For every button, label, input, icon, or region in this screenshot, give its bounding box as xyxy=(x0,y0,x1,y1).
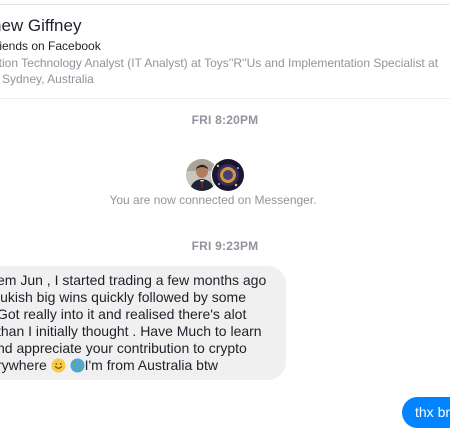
messenger-conversation: hew Giffney friends on Facebook ation Te… xyxy=(0,0,450,447)
contact-location-line: n Sydney, Australia xyxy=(0,72,94,86)
message-text: I'm from Australia btw xyxy=(84,357,218,373)
smile-emoji-icon xyxy=(51,358,66,373)
top-divider xyxy=(0,4,450,5)
avatar[interactable] xyxy=(211,158,245,192)
participant-avatars xyxy=(185,158,245,192)
message-line: nd appreciate your contribution to crypt… xyxy=(0,340,247,356)
contact-work-line: ation Technology Analyst (IT Analyst) at… xyxy=(0,56,439,70)
connection-notice: You are now connected on Messenger. xyxy=(109,193,317,207)
message-line: lukish big wins quickly followed by some xyxy=(0,289,246,305)
header-divider xyxy=(0,98,450,99)
conversation-timestamp: FRI 9:23PM xyxy=(191,239,259,253)
globe-emoji-icon xyxy=(70,358,85,373)
message-line: em Jun , I started trading a few months … xyxy=(0,272,267,288)
outgoing-message-text: thx br xyxy=(415,404,450,420)
message-text: rywhere xyxy=(0,357,51,373)
conversation-timestamp: FRI 8:20PM xyxy=(191,113,259,127)
message-line: rywhere I'm from Australia btw xyxy=(0,357,218,374)
crypto-coin-avatar-icon xyxy=(212,159,244,191)
contact-friends-line: friends on Facebook xyxy=(0,39,101,53)
message-line: Got really into it and realised there's … xyxy=(0,306,247,322)
message-line: than I initially thought . Have Much to … xyxy=(0,323,262,339)
contact-name[interactable]: hew Giffney xyxy=(0,16,81,36)
